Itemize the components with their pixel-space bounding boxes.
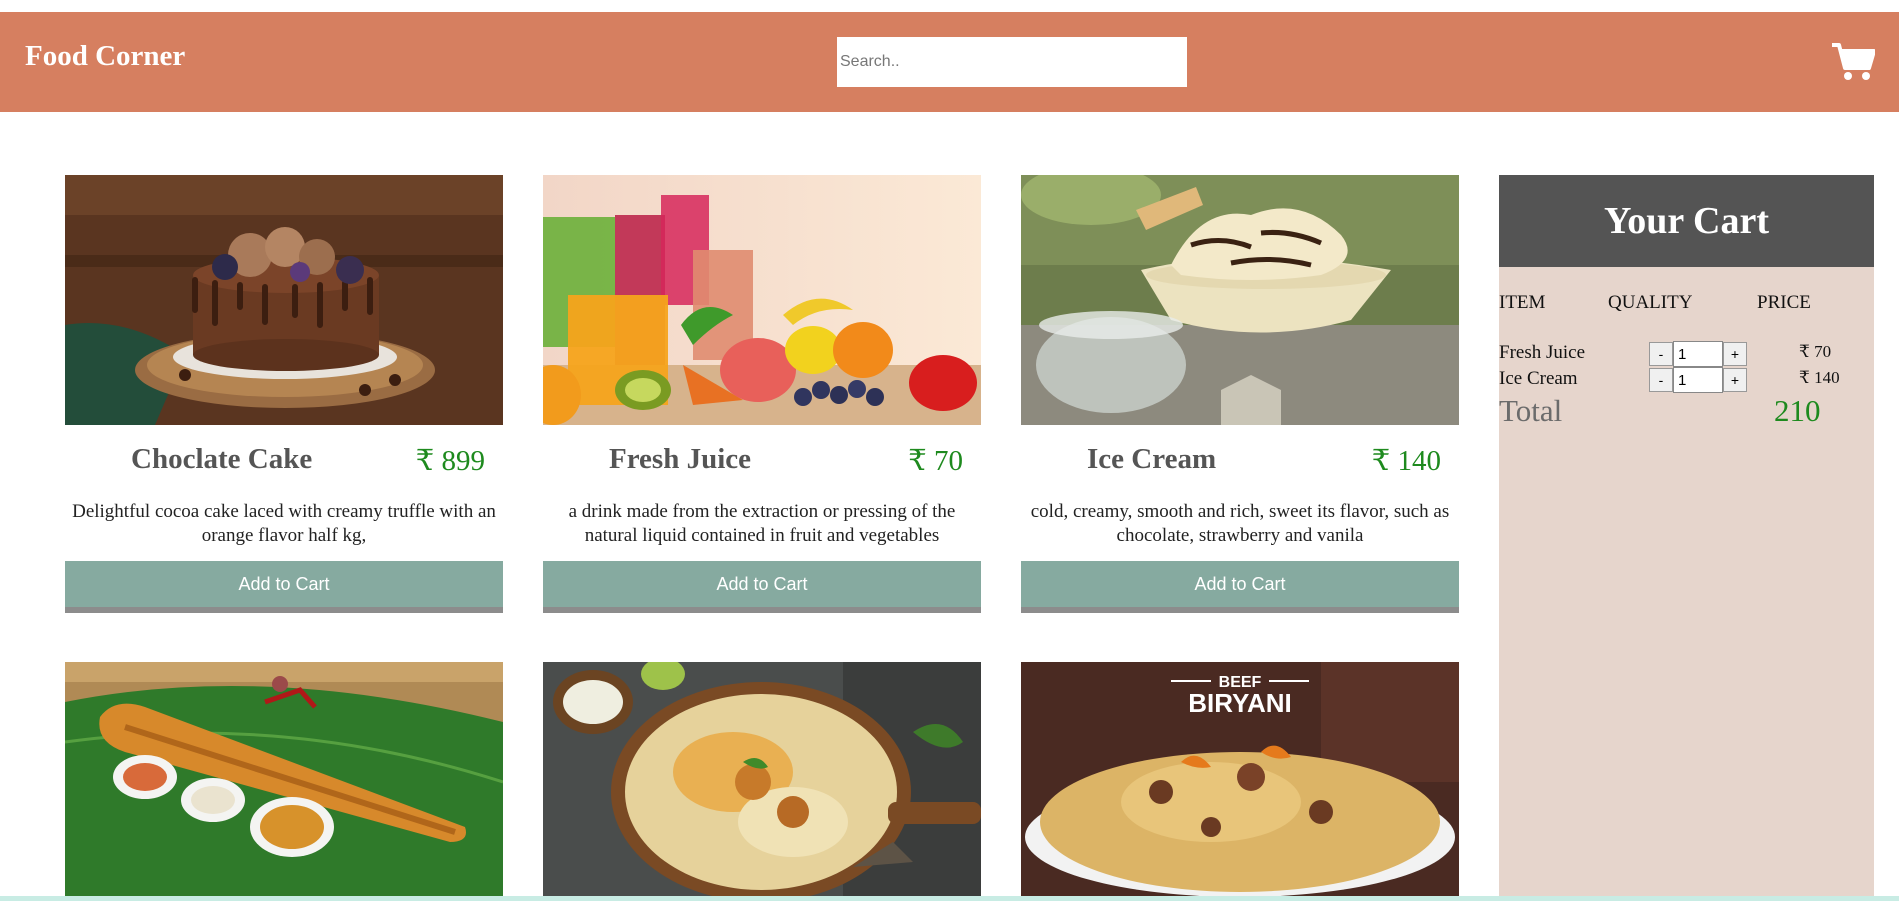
- cart-column-price: PRICE: [1757, 292, 1811, 313]
- shopping-cart-icon[interactable]: [1831, 42, 1875, 82]
- product-card: Choclate Cake ₹ 899 Delightful cocoa cak…: [65, 175, 503, 613]
- product-card: BEEF BIRYANI: [1021, 662, 1459, 896]
- decrease-quantity-button[interactable]: -: [1649, 342, 1673, 366]
- increase-quantity-button[interactable]: +: [1723, 368, 1747, 392]
- cart-column-item: ITEM: [1499, 292, 1546, 313]
- beef-biryani-image: BEEF BIRYANI: [1021, 662, 1459, 896]
- biryani-image-label-large: BIRYANI: [1188, 688, 1292, 718]
- cart-item-price: ₹ 70: [1799, 342, 1832, 361]
- cart-total-value: 210: [1774, 393, 1821, 428]
- product-name: Ice Cream: [1087, 443, 1217, 475]
- search-input[interactable]: [837, 37, 1187, 87]
- add-to-cart-button[interactable]: Add to Cart: [65, 561, 503, 607]
- product-card: [65, 662, 503, 896]
- product-card: [543, 662, 981, 896]
- fresh-juice-image: [543, 175, 981, 425]
- add-to-cart-button[interactable]: Add to Cart: [1021, 561, 1459, 607]
- cart-title: Your Cart: [1499, 175, 1874, 267]
- product-name: Fresh Juice: [609, 443, 752, 475]
- product-name: Choclate Cake: [131, 443, 313, 475]
- cart-item-name: Fresh Juice: [1499, 342, 1586, 363]
- quantity-input[interactable]: [1673, 341, 1723, 367]
- chocolate-cake-image: [65, 175, 503, 425]
- brand-logo[interactable]: Food Corner: [25, 40, 185, 73]
- product-price: ₹ 70: [908, 445, 963, 477]
- cart-panel: Your Cart ITEM QUALITY PRICE Fresh Juice…: [1499, 175, 1874, 901]
- decrease-quantity-button[interactable]: -: [1649, 368, 1673, 392]
- product-card: Fresh Juice ₹ 70 a drink made from the e…: [543, 175, 981, 613]
- product-price: ₹ 899: [415, 445, 485, 477]
- product-price: ₹ 140: [1371, 445, 1441, 477]
- cart-item-price: ₹ 140: [1799, 368, 1840, 387]
- product-card: Ice Cream ₹ 140 cold, creamy, smooth and…: [1021, 175, 1459, 613]
- product-description: cold, creamy, smooth and rich, sweet its…: [1030, 501, 1450, 546]
- product-description: a drink made from the extraction or pres…: [568, 501, 956, 546]
- masala-dosa-image: [65, 662, 503, 896]
- cart-item-name: Ice Cream: [1499, 368, 1578, 389]
- ice-cream-image: [1021, 175, 1459, 425]
- quantity-input[interactable]: [1673, 367, 1723, 393]
- add-to-cart-button[interactable]: Add to Cart: [543, 561, 981, 607]
- bottom-strip: [0, 896, 1899, 901]
- top-header: Food Corner: [0, 12, 1899, 112]
- cart-total-label: Total: [1499, 393, 1563, 428]
- chicken-biryani-image: [543, 662, 981, 896]
- increase-quantity-button[interactable]: +: [1723, 342, 1747, 366]
- cart-column-quantity: QUALITY: [1608, 292, 1693, 313]
- product-description: Delightful cocoa cake laced with creamy …: [72, 501, 496, 546]
